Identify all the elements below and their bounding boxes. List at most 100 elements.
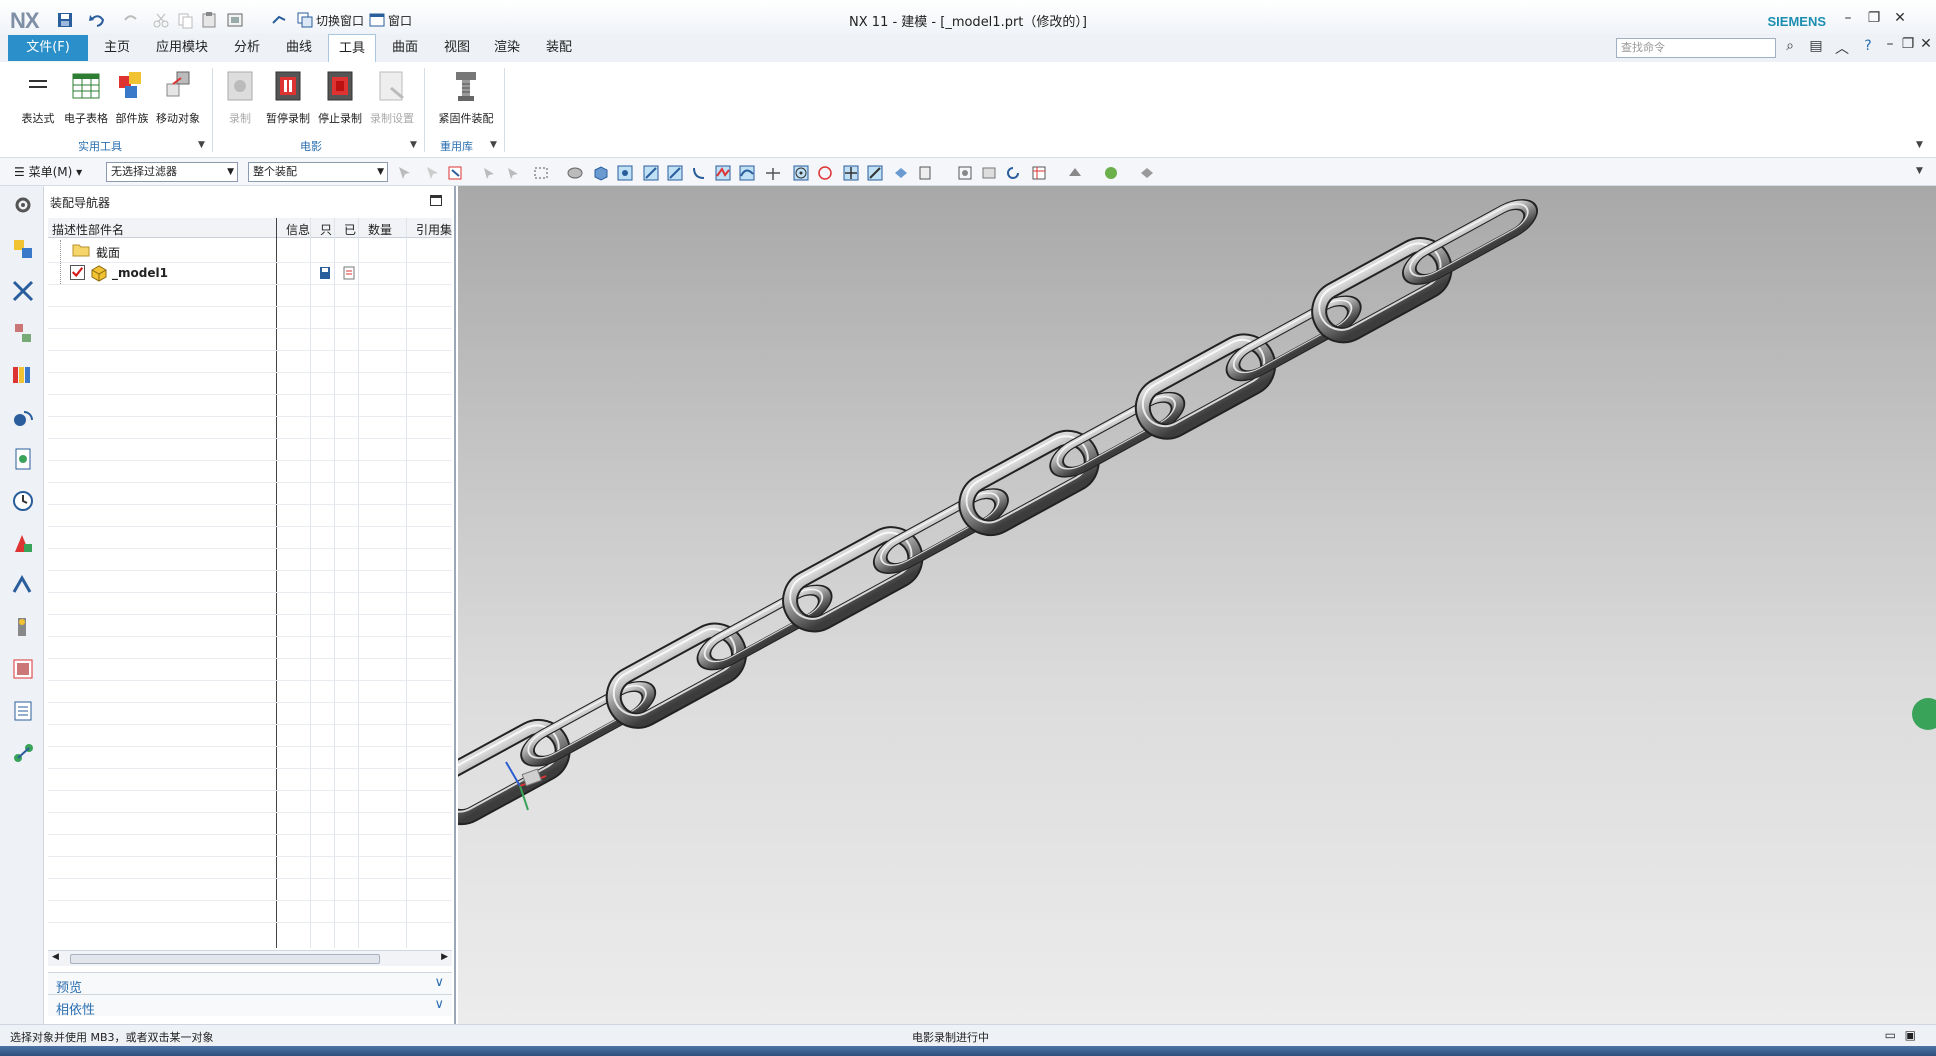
- part-family-button[interactable]: 部件族: [106, 68, 158, 126]
- system-materials-icon[interactable]: [10, 530, 36, 556]
- history-icon[interactable]: [10, 488, 36, 514]
- quadrant-point-icon[interactable]: [816, 164, 834, 182]
- mid-point-icon[interactable]: [666, 164, 684, 182]
- process-studio-icon[interactable]: [10, 572, 36, 598]
- fastener-assembly-button[interactable]: 紧固件装配: [434, 68, 498, 126]
- spline-point-icon[interactable]: [738, 164, 756, 182]
- search-icon[interactable]: ⌕: [1780, 38, 1800, 54]
- fit-view-icon[interactable]: [956, 164, 974, 182]
- touch-mode-icon[interactable]: [270, 11, 288, 29]
- solid-body-icon[interactable]: [592, 164, 610, 182]
- spreadsheet-button[interactable]: 电子表格: [60, 68, 112, 126]
- column-info[interactable]: 信息: [286, 221, 310, 238]
- scroll-right-icon[interactable]: ▶: [441, 952, 448, 962]
- intersection-point-icon[interactable]: [764, 164, 782, 182]
- component-selection-icon[interactable]: [504, 164, 522, 182]
- shading-icon[interactable]: [1102, 164, 1120, 182]
- move-object-button[interactable]: 移动对象: [152, 68, 204, 126]
- scroll-left-icon[interactable]: ◀: [52, 952, 59, 962]
- edit-section-icon[interactable]: [1138, 164, 1156, 182]
- utilities-group-dropdown-icon[interactable]: ▼: [198, 140, 205, 150]
- minimize-icon[interactable]: –: [1838, 10, 1858, 26]
- reuse-group-dropdown-icon[interactable]: ▼: [490, 140, 497, 150]
- close-icon[interactable]: ✕: [1890, 10, 1910, 26]
- system-scene-icon[interactable]: [10, 698, 36, 724]
- orient-view-icon[interactable]: [1030, 164, 1048, 182]
- paste-icon[interactable]: [200, 11, 218, 29]
- bounded-grid-icon[interactable]: [916, 164, 934, 182]
- render-style-icon[interactable]: [1066, 164, 1084, 182]
- control-point-icon[interactable]: [714, 164, 732, 182]
- pause-recording-button[interactable]: 暂停录制: [262, 68, 314, 126]
- status-window-icon[interactable]: ▣: [1905, 1028, 1916, 1042]
- tab-file[interactable]: 文件(F): [8, 35, 88, 61]
- zoom-icon[interactable]: [980, 164, 998, 182]
- rectangle-select-icon[interactable]: [532, 164, 550, 182]
- stop-recording-button[interactable]: 停止录制: [314, 68, 366, 126]
- tab-render[interactable]: 渲染: [484, 34, 530, 62]
- curve-point-icon[interactable]: [690, 164, 708, 182]
- hd3d-tools-icon[interactable]: [10, 404, 36, 430]
- column-quantity[interactable]: 数量: [368, 221, 392, 238]
- routing-icon[interactable]: [10, 740, 36, 766]
- face-select-icon[interactable]: [566, 164, 584, 182]
- maximize-icon[interactable]: [430, 195, 442, 206]
- ribbon-more-icon[interactable]: ▼: [1916, 140, 1923, 150]
- selection-filter-select[interactable]: 无选择过滤器 ▼: [106, 162, 238, 182]
- web-browser-icon[interactable]: [10, 446, 36, 472]
- arc-center-icon[interactable]: [792, 164, 810, 182]
- column-modified[interactable]: 已: [344, 221, 356, 238]
- expression-button[interactable]: 表达式: [12, 68, 64, 126]
- doc-minimize-icon[interactable]: –: [1880, 36, 1900, 52]
- constraint-navigator-icon[interactable]: [10, 278, 36, 304]
- dependencies-panel-header[interactable]: 相依性 ∨: [48, 994, 452, 1018]
- select-all-icon[interactable]: [396, 164, 414, 182]
- doc-close-icon[interactable]: ✕: [1916, 36, 1936, 52]
- save-icon[interactable]: [56, 11, 74, 29]
- column-read-only[interactable]: 只: [320, 221, 332, 238]
- collapse-ribbon-icon[interactable]: ︿: [1832, 38, 1852, 58]
- tab-surface[interactable]: 曲面: [382, 34, 428, 62]
- switch-window-button[interactable]: 切换窗口: [316, 12, 364, 29]
- checkbox-checked-icon[interactable]: [70, 265, 85, 280]
- redo-icon[interactable]: [122, 11, 140, 29]
- settings-icon[interactable]: [10, 192, 36, 218]
- snap-point-icon[interactable]: [616, 164, 634, 182]
- scrollbar-thumb[interactable]: [70, 954, 380, 964]
- column-reference-set[interactable]: 引用集: [416, 221, 452, 238]
- undo-icon[interactable]: [88, 11, 106, 29]
- help-icon[interactable]: ?: [1858, 38, 1878, 54]
- assembly-navigator-icon[interactable]: [10, 236, 36, 262]
- copy-icon[interactable]: [176, 11, 194, 29]
- doc-restore-icon[interactable]: ❐: [1898, 36, 1918, 52]
- repeat-command-icon[interactable]: [226, 11, 244, 29]
- selection-scope-select[interactable]: 整个装配 ▼: [248, 162, 388, 182]
- tab-view[interactable]: 视图: [434, 34, 480, 62]
- switch-window-icon[interactable]: [296, 11, 314, 29]
- restore-icon[interactable]: ❐: [1864, 10, 1884, 26]
- tab-assembly[interactable]: 装配: [536, 34, 582, 62]
- chain-model[interactable]: [458, 186, 1936, 1024]
- table-row[interactable]: 截面: [48, 240, 452, 284]
- tab-analysis[interactable]: 分析: [224, 34, 270, 62]
- column-descriptive-part-name[interactable]: 描述性部件名: [52, 221, 124, 238]
- general-selection-icon[interactable]: [446, 164, 464, 182]
- part-navigator-icon[interactable]: [10, 320, 36, 346]
- ribbon-options-icon[interactable]: ▤: [1806, 38, 1826, 54]
- horizontal-scrollbar[interactable]: ◀ ▶: [48, 950, 452, 966]
- menu-button[interactable]: ☰ 菜单(M) ▾: [14, 163, 82, 180]
- tab-tools[interactable]: 工具: [328, 34, 377, 62]
- tab-applications[interactable]: 应用模块: [146, 34, 218, 62]
- reuse-library-icon[interactable]: [10, 362, 36, 388]
- tab-home[interactable]: 主页: [94, 34, 140, 62]
- end-point-icon[interactable]: [642, 164, 660, 182]
- graphics-window[interactable]: [458, 186, 1936, 1024]
- status-full-screen-icon[interactable]: ▭: [1885, 1028, 1896, 1042]
- existing-point-icon[interactable]: [842, 164, 860, 182]
- window-menu-button[interactable]: 窗口: [388, 12, 412, 29]
- command-search-input[interactable]: 查找命令: [1616, 38, 1776, 58]
- toolbar-more-icon[interactable]: ▼: [1916, 166, 1923, 176]
- deselect-icon[interactable]: [424, 164, 442, 182]
- window-icon[interactable]: [368, 11, 386, 29]
- table-row[interactable]: _model1: [48, 262, 452, 284]
